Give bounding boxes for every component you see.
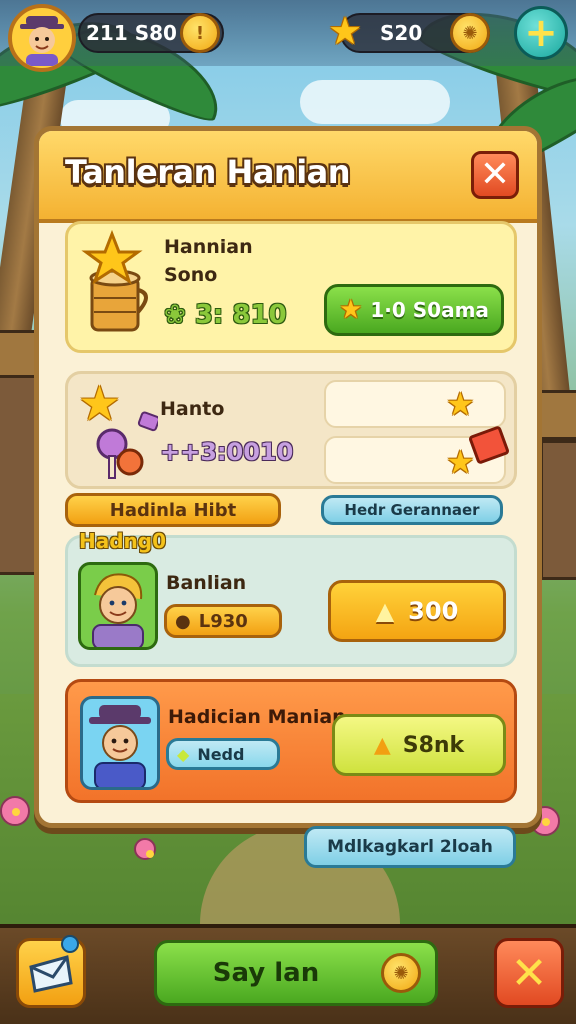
player2-name: Hadician Manian <box>168 706 346 728</box>
close-icon[interactable]: ✕ <box>471 151 519 199</box>
gem-icon: ◆ <box>177 744 190 764</box>
player1-name: Banlian <box>166 572 247 594</box>
card1-title: Hannian <box>164 236 253 258</box>
bottom-bar: Say lan ✺ ✕ <box>0 924 576 1024</box>
player2-score: ◆ Nedd <box>166 738 280 770</box>
panel-header: Tanleran Hanian ✕ <box>39 131 537 223</box>
left-badge[interactable]: Hadinla Hibt <box>65 493 281 527</box>
player1-score: ● L930 <box>164 604 282 638</box>
reward-card-2: ★ Hanto ++3:0010 ★ ★ <box>65 371 517 489</box>
player-card-1: Banlian ● L930 ▲ 300 <box>65 535 517 667</box>
star-icon: ★ <box>328 9 363 53</box>
right-badge-label: Hedr Gerannaer <box>344 501 480 519</box>
player-portrait-2 <box>80 696 160 790</box>
section-label: Hadng0 <box>79 529 167 553</box>
coffee-cup-icon <box>81 229 148 332</box>
player-card-2: Hadician Manian ◆ Nedd ▲ S8nk <box>65 679 517 803</box>
footer-badge-label: Mdlkagkarl 2loah <box>327 837 493 857</box>
player-avatar[interactable] <box>8 4 76 72</box>
right-badge[interactable]: Hedr Gerannaer <box>321 495 503 525</box>
reward-card-1: Hannian Sono ❀ 3: 810 ★ 1·0 S0ama <box>65 221 517 353</box>
bell-icon: ▲ <box>373 732 391 758</box>
card1-subtitle: Sono <box>164 264 218 286</box>
player1-reward-button[interactable]: ▲ 300 <box>328 580 506 642</box>
player2-button-label: S8nk <box>402 732 465 758</box>
left-badge-label: Hadinla Hibt <box>109 499 237 521</box>
close-icon[interactable]: ✕ <box>494 938 564 1008</box>
card2-value: ++3:0010 <box>160 438 294 466</box>
card2-title: Hanto <box>160 398 225 420</box>
footer-badge[interactable]: Mdlkagkarl 2loah <box>304 826 516 868</box>
currency-primary-value: 211 S80 <box>86 21 177 45</box>
candy-icon <box>96 411 158 479</box>
main-action-button[interactable]: Say lan ✺ <box>154 940 438 1006</box>
coin-icon: ● <box>175 610 191 632</box>
reward-slot-1[interactable]: ★ <box>324 380 506 428</box>
player2-score-value: Nedd <box>197 744 245 764</box>
gear-coin-icon: ✺ <box>381 953 421 993</box>
card1-value: ❀ 3: 810 <box>164 300 287 330</box>
flower <box>134 838 156 860</box>
panel-title: Tanleran Hanian <box>65 153 351 191</box>
main-action-label: Say lan <box>212 958 320 988</box>
daily-panel: Tanleran Hanian ✕ Hannian Sono ❀ 3: 810 … <box>34 126 542 828</box>
player-portrait-1 <box>78 562 158 650</box>
plus-icon[interactable]: + <box>514 6 568 60</box>
bell-icon: ▲ <box>375 597 395 625</box>
coin-icon[interactable]: ! <box>180 13 220 53</box>
player1-button-label: 300 <box>408 597 459 625</box>
star-icon: ★ <box>446 385 475 423</box>
notification-dot <box>61 935 79 953</box>
player2-reward-button[interactable]: ▲ S8nk <box>332 714 506 776</box>
star-icon: ★ <box>339 295 363 325</box>
card1-claim-button[interactable]: ★ 1·0 S0ama <box>324 284 504 336</box>
star-icon: ★ <box>446 443 475 481</box>
hut-right <box>540 440 576 580</box>
player1-score-value: L930 <box>198 610 248 632</box>
envelope-icon[interactable] <box>16 935 86 1008</box>
card1-button-label: 1·0 S0ama <box>370 298 489 322</box>
top-bar: 211 S80 ! S20 ★ ✺ + <box>0 0 576 72</box>
flower <box>0 796 30 826</box>
gear-coin-icon[interactable]: ✺ <box>450 13 490 53</box>
